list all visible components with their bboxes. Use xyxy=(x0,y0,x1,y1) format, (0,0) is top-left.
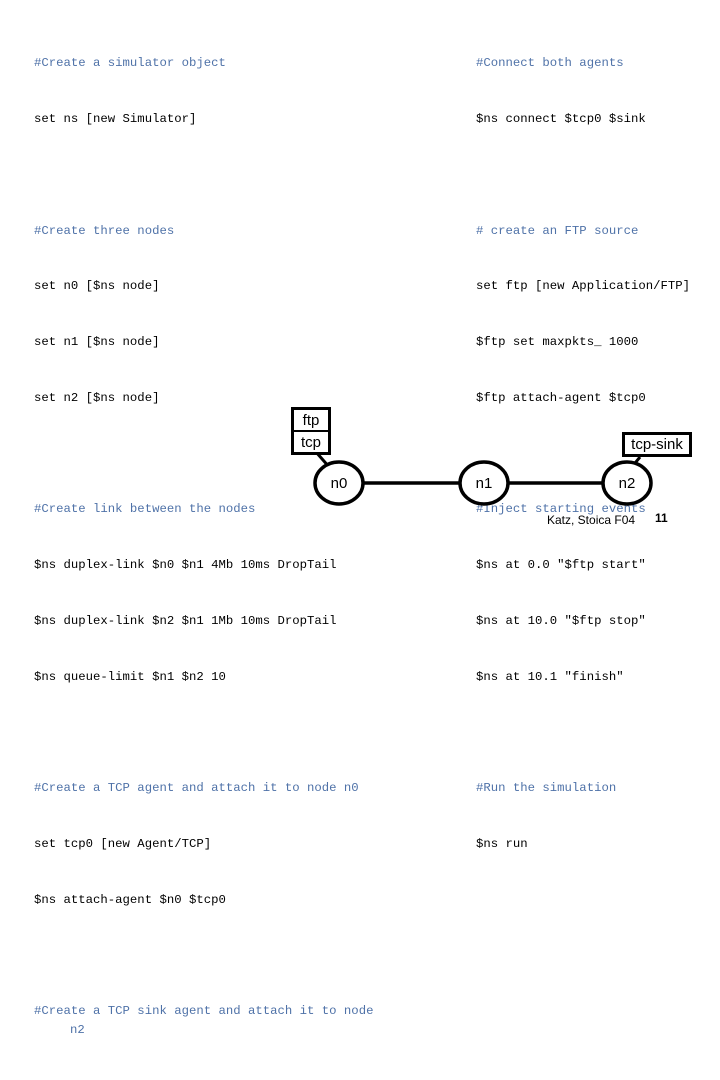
code-line: #Create a TCP sink agent and attach it t… xyxy=(34,1004,381,1038)
code-line: $ns at 10.1 "finish" xyxy=(476,669,624,684)
tcp-sink-agent-box[interactable]: tcp-sink xyxy=(622,432,692,457)
code-line: set ftp [new Application/FTP] xyxy=(476,279,691,294)
code-line: $ns queue-limit $n1 $n2 10 xyxy=(34,669,226,684)
code-line: $ns at 10.0 "$ftp stop" xyxy=(476,614,646,628)
code-line: set ns [new Simulator] xyxy=(34,111,197,126)
ftp-agent-box[interactable]: ftp xyxy=(291,407,331,432)
tcp-agent-box[interactable]: tcp xyxy=(291,430,331,455)
code-line: set sink [new Agent/TCPSink] xyxy=(34,1077,394,1080)
code-line: $ns duplex-link $n2 $n1 1Mb 10ms DropTai… xyxy=(34,614,337,628)
code-line: #Create three nodes xyxy=(34,223,175,238)
footer-credit: Katz, Stoica F04 xyxy=(547,513,636,527)
slide-page-number: 11 xyxy=(655,511,668,525)
node-n1-label: n1 xyxy=(475,475,493,492)
code-line: $ftp attach-agent $tcp0 xyxy=(476,390,646,405)
code-line: #Create a simulator object xyxy=(34,56,226,71)
code-line: #Create a TCP agent and attach it to nod… xyxy=(34,781,359,796)
node-n2-label: n2 xyxy=(618,475,636,492)
slide-canvas: #Create a simulator object set ns [new S… xyxy=(0,0,720,1080)
code-line: $ns attach-agent $n0 $tcp0 xyxy=(34,892,226,907)
code-line: set n1 [$ns node] xyxy=(34,335,160,350)
code-line: # create an FTP source xyxy=(476,223,639,238)
code-block-left: #Create a simulator object set ns [new S… xyxy=(34,17,394,1080)
code-line: $ns connect $tcp0 $sink xyxy=(476,111,646,126)
code-line: $ns duplex-link $n0 $n1 4Mb 10ms DropTai… xyxy=(34,558,337,573)
node-n0-label: n0 xyxy=(330,475,348,492)
code-line: set n0 [$ns node] xyxy=(34,279,160,294)
code-line: #Connect both agents xyxy=(476,56,624,71)
code-line: $ftp set maxpkts_ 1000 xyxy=(476,335,639,350)
code-line: $ns run xyxy=(476,837,528,852)
code-line: $ns at 0.0 "$ftp start" xyxy=(476,558,646,573)
code-line: set tcp0 [new Agent/TCP] xyxy=(34,837,212,852)
code-line: #Run the simulation xyxy=(476,781,617,796)
code-line: set n2 [$ns node] xyxy=(34,390,160,405)
